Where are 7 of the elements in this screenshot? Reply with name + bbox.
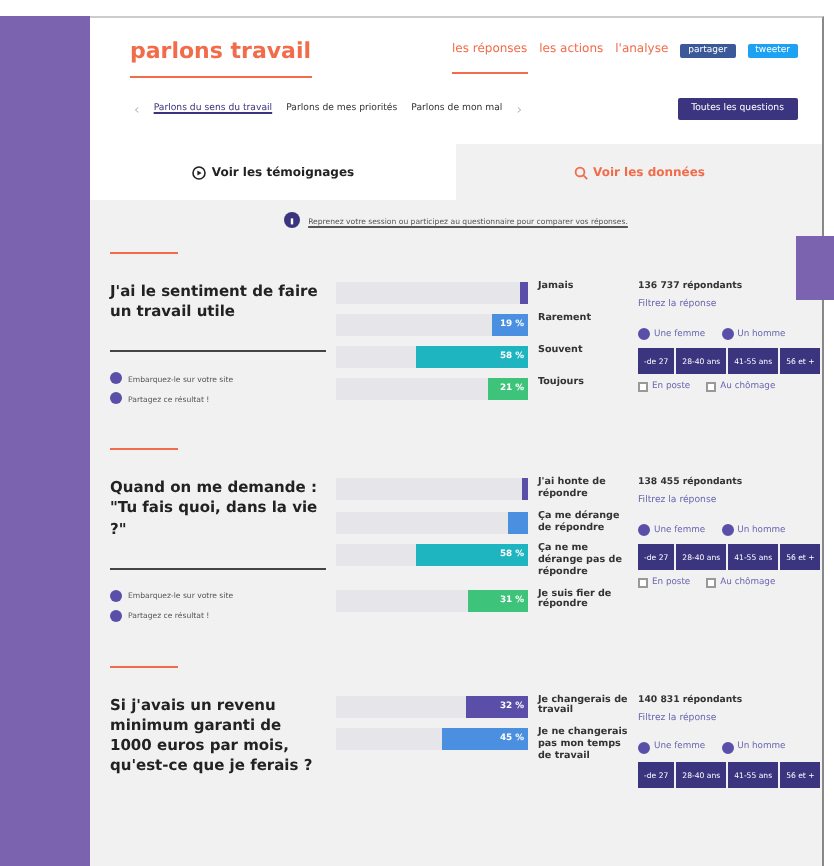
checkbox[interactable]: [638, 382, 648, 392]
search-icon: [573, 165, 587, 179]
checkbox[interactable]: [706, 382, 717, 392]
play-circle-icon: [191, 165, 206, 179]
info-icon: [284, 212, 301, 228]
checkbox[interactable]: [638, 578, 648, 589]
checkbox[interactable]: [706, 578, 717, 589]
